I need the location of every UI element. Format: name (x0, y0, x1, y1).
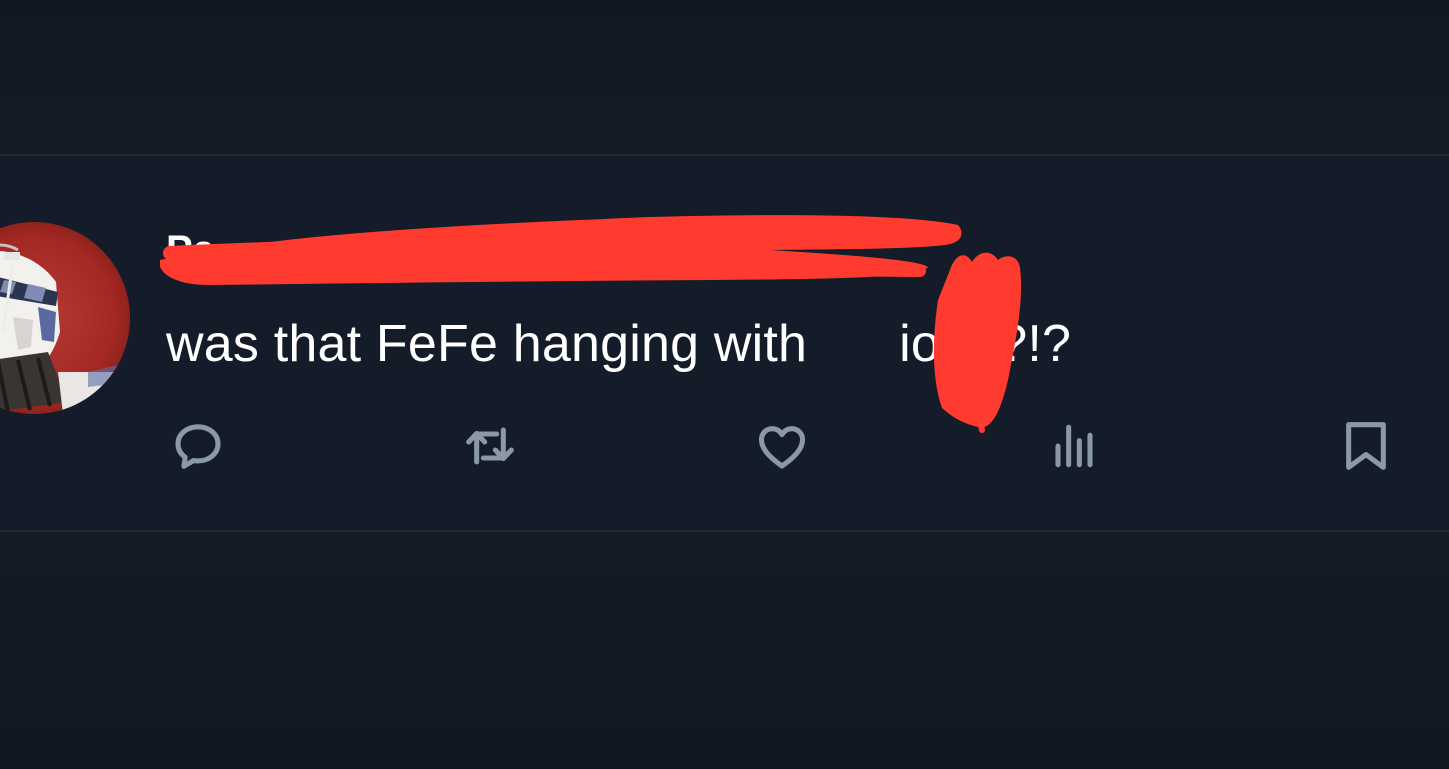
repost-icon (466, 427, 514, 465)
post-text-after: io$??!? (899, 315, 1072, 373)
bookmark-button[interactable] (1330, 410, 1402, 482)
reply-icon (175, 424, 221, 469)
previous-post-area (0, 0, 1449, 155)
bookmark-icon (1346, 422, 1386, 470)
display-name[interactable]: Pa (166, 226, 215, 274)
like-icon (758, 426, 806, 469)
reply-button[interactable] (162, 410, 234, 482)
post-text-before: was that FeFe hanging with (166, 315, 808, 373)
like-button[interactable] (746, 410, 818, 482)
next-post-area (0, 532, 1449, 769)
views-button[interactable] (1038, 410, 1110, 482)
views-icon (1055, 424, 1093, 468)
repost-button[interactable] (454, 410, 526, 482)
post-text: was that FeFe hanging with io$??!? (166, 312, 1071, 376)
